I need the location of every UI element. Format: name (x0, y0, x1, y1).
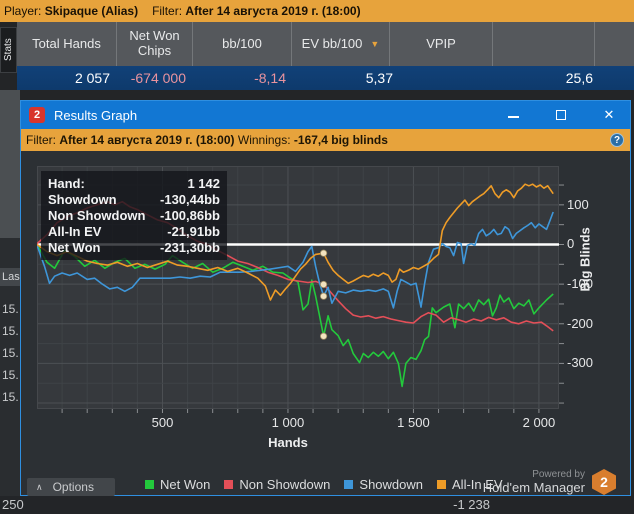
allin-ev-swatch-icon (437, 480, 447, 489)
stat-value-net-won-chips: -674 000 (130, 70, 186, 86)
x-axis-title: Hands (268, 435, 308, 450)
stat-header-empty (493, 22, 595, 66)
powered-by-label: Powered by (532, 469, 585, 480)
stats-header-row: Total Hands Net Won Chips bb/100 EV bb/1… (17, 22, 634, 66)
brand-name: Hold'em Manager (482, 480, 585, 495)
options-label: Options (52, 480, 94, 494)
x-tick-label: 1 000 (271, 415, 305, 430)
x-tick-label: 2 000 (522, 415, 556, 430)
stat-header-empty2 (595, 22, 634, 66)
graph-filter-bar: Filter: After 14 августа 2019 г. (18:00)… (21, 129, 630, 151)
tooltip-value: -21,91bb (167, 224, 220, 239)
background-panel (0, 90, 20, 238)
stat-header-vpip[interactable]: VPIP (390, 22, 493, 66)
winnings-label: Winnings: (237, 133, 291, 147)
net-won-swatch-icon (145, 480, 154, 489)
tooltip-label: Non Showdown (48, 208, 146, 223)
x-tick-label: 1 500 (397, 415, 430, 430)
tooltip-label: All-In EV (48, 224, 102, 239)
stat-value-vpip: 25,6 (565, 70, 593, 86)
stat-header-bb100[interactable]: bb/100 (193, 22, 292, 66)
stats-side-tab[interactable]: Stats (0, 27, 17, 73)
background-table-header: Las (0, 268, 20, 286)
y-tick-label: -200 (567, 315, 594, 331)
non-showdown-swatch-icon (224, 480, 234, 489)
stat-header-ev-bb100[interactable]: EV bb/100 ▼ (292, 22, 390, 66)
hm2-hexagon-logo-icon: 2 (592, 469, 616, 495)
legend-item-non-showdown[interactable]: Non Showdown (224, 477, 330, 492)
tooltip-label: Hand: (48, 176, 85, 191)
window-title: Results Graph (54, 107, 138, 123)
player-filter-bar: Player: Skipaque (Alias) Filter: After 1… (0, 0, 634, 22)
chart-legend: Net Won Non Showdown Showdown All-In EV (145, 477, 503, 492)
window-titlebar[interactable]: 2 Results Graph ✕ (21, 101, 630, 129)
stats-values-row: 2 057 -674 000 -8,14 5,37 25,6 (17, 66, 634, 90)
tooltip-value: -100,86bb (160, 208, 220, 223)
legend-item-showdown[interactable]: Showdown (344, 477, 423, 492)
stat-header-net-won-chips[interactable]: Net Won Chips (117, 22, 193, 66)
minimize-icon (507, 116, 519, 118)
tooltip-value: -231,30bb (160, 240, 220, 255)
tooltip-value: 1 142 (187, 176, 220, 191)
tooltip-value: -130,44bb (160, 192, 220, 207)
player-label: Player: (4, 4, 42, 18)
stat-value-ev-bb100: 5,37 (365, 70, 393, 86)
table-row[interactable]: 15. (0, 344, 20, 362)
tooltip-label: Net Won (48, 240, 101, 255)
player-value: Skipaque (Alias) (44, 4, 139, 18)
stat-value-empty (600, 66, 634, 90)
graph-filter-value: After 14 августа 2019 г. (18:00) (59, 133, 235, 147)
options-button[interactable]: ∧ Options (27, 478, 115, 496)
minimize-button[interactable] (503, 101, 523, 129)
legend-item-net-won[interactable]: Net Won (145, 477, 210, 492)
summary-total-value: -1 238 469 (453, 497, 490, 514)
holdem-manager-branding: Powered by Hold'em Manager 2 (483, 469, 616, 495)
app-root: Player: Skipaque (Alias) Filter: After 1… (0, 0, 634, 514)
maximize-button[interactable] (551, 101, 571, 129)
tooltip-label: Showdown (48, 192, 117, 207)
filter-label: Filter: (152, 4, 183, 18)
x-tick-label: 500 (151, 415, 174, 430)
showdown-swatch-icon (344, 480, 354, 489)
chevron-up-icon: ∧ (36, 481, 43, 492)
dropdown-arrow-icon[interactable]: ▼ (370, 39, 379, 49)
y-tick-label: 100 (567, 196, 589, 212)
stat-header-total-hands[interactable]: Total Hands (17, 22, 117, 66)
stat-value-bb100: -8,14 (254, 70, 286, 86)
table-row[interactable]: 15. (0, 300, 20, 318)
y-tick-label: -300 (567, 355, 594, 371)
stat-value-total-hands: 2 057 (74, 70, 110, 86)
hm2-shield-icon: 2 (29, 107, 45, 123)
table-row[interactable]: 15. (0, 322, 20, 340)
table-row[interactable]: 15. (0, 388, 20, 406)
summary-left-value: 250 (2, 497, 24, 512)
close-button[interactable]: ✕ (599, 101, 619, 129)
summary-strip: 250 -1 238 469 (0, 496, 634, 514)
maximize-icon (556, 110, 566, 120)
winnings-value: -167,4 big blinds (293, 133, 388, 147)
chart-tooltip: Hand: 1 142 Showdown -130,44bb Non Showdow… (41, 171, 227, 260)
table-row[interactable]: 15. (0, 366, 20, 384)
help-icon[interactable]: ? (610, 133, 624, 147)
results-graph-window: 2 Results Graph ✕ Filter: After 14 авгус… (20, 100, 631, 496)
graph-filter-label: Filter: (26, 133, 56, 147)
filter-value: After 14 августа 2019 г. (18:00) (185, 4, 361, 18)
y-axis-title: Big Blinds (577, 227, 593, 292)
